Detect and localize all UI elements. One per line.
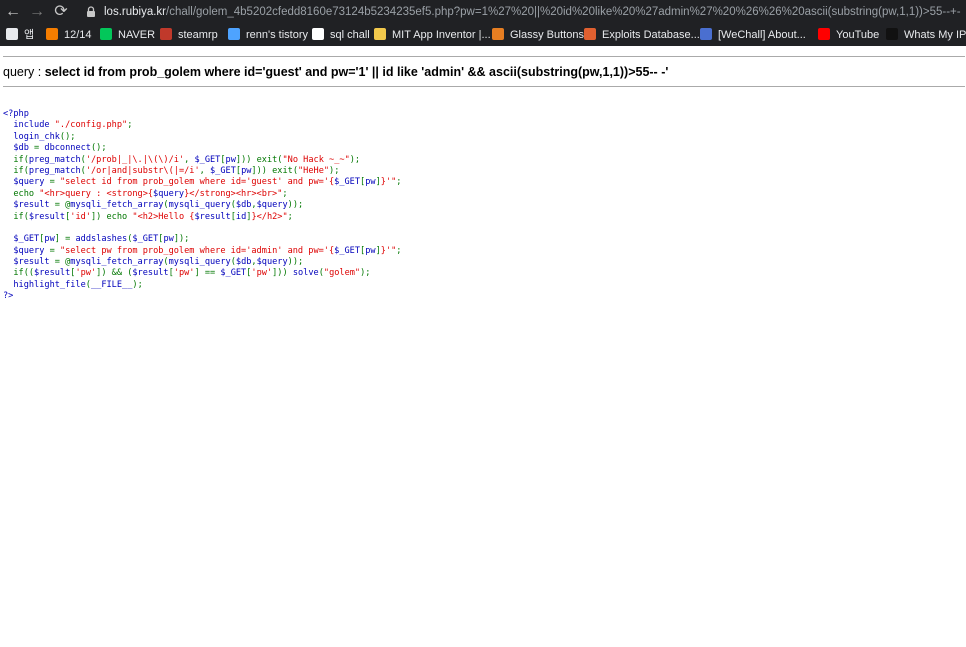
url-path: /chall/golem_4b5202cfedd8160e73124b52342… bbox=[166, 6, 961, 18]
bookmark-item[interactable]: 12/14 bbox=[46, 24, 92, 46]
mit-icon bbox=[374, 28, 386, 40]
address-bar[interactable]: los.rubiya.kr/chall/golem_4b5202cfedd816… bbox=[104, 0, 966, 24]
source-code: <?php include "./config.php"; login_chk(… bbox=[3, 109, 401, 303]
top-divider bbox=[3, 56, 965, 57]
url-host: los.rubiya.kr bbox=[104, 6, 166, 18]
code-line: if($result['id']) echo "<h2>Hello {$resu… bbox=[3, 211, 293, 222]
bookmark-item[interactable]: sql chall bbox=[312, 24, 370, 46]
bookmark-item[interactable]: YouTube bbox=[818, 24, 879, 46]
code-line: echo "<hr>query : <strong>{$query}</stro… bbox=[3, 188, 288, 199]
bookmark-item[interactable]: renn's tistory bbox=[228, 24, 308, 46]
code-line: $result = @mysqli_fetch_array(mysqli_que… bbox=[3, 257, 304, 268]
query-line: query : select id from prob_golem where … bbox=[3, 65, 668, 79]
bookmark-label: MIT App Inventor |... bbox=[392, 29, 491, 41]
back-icon[interactable]: ← bbox=[2, 1, 24, 23]
blogger-icon bbox=[46, 28, 58, 40]
bookmark-label: 앱 bbox=[24, 29, 35, 41]
bookmarks-bar: 앱 12/14 NAVER steamrp renn's tistory sql chal… bbox=[0, 24, 966, 46]
bookmark-item[interactable]: 앱 bbox=[6, 24, 34, 46]
bookmark-label: Whats My IP A bbox=[904, 29, 966, 41]
bookmark-item[interactable]: Exploits Database... bbox=[584, 24, 700, 46]
code-line: if(($result['pw']) && ($result['pw'] == … bbox=[3, 268, 371, 279]
code-line: highlight_file(__FILE__); bbox=[3, 279, 143, 290]
forward-icon[interactable]: → bbox=[26, 1, 48, 23]
code-line: $_GET[pw] = addslashes($_GET[pw]); bbox=[3, 234, 190, 245]
code-line: ?> bbox=[3, 291, 14, 302]
code-line: $db = dbconnect(); bbox=[3, 143, 107, 154]
bookmark-label: Glassy Buttons bbox=[510, 29, 584, 41]
code-line: login_chk(); bbox=[3, 131, 76, 142]
lock-icon[interactable] bbox=[84, 5, 98, 19]
bookmark-item[interactable]: NAVER bbox=[100, 24, 155, 46]
youtube-icon bbox=[818, 28, 830, 40]
steam-icon bbox=[160, 28, 172, 40]
z-icon bbox=[312, 28, 324, 40]
page-content: query : select id from prob_golem where … bbox=[0, 46, 966, 647]
bookmark-item[interactable]: [WeChall] About... bbox=[700, 24, 806, 46]
glassy-icon bbox=[492, 28, 504, 40]
bookmark-label: YouTube bbox=[836, 29, 880, 41]
bookmark-item[interactable]: MIT App Inventor |... bbox=[374, 24, 491, 46]
exploitdb-icon bbox=[584, 28, 596, 40]
code-line: $query = "select pw from prob_golem wher… bbox=[3, 245, 402, 256]
code-line: $query = "select id from prob_golem wher… bbox=[3, 177, 402, 188]
bookmark-label: Exploits Database... bbox=[602, 29, 700, 41]
code-line: $result = @mysqli_fetch_array(mysqli_que… bbox=[3, 200, 304, 211]
bookmark-item[interactable]: steamrp bbox=[160, 24, 218, 46]
query-prefix: query : bbox=[3, 65, 45, 79]
bookmark-label: NAVER bbox=[118, 29, 156, 41]
wechall-icon bbox=[700, 28, 712, 40]
whatsmyip-icon bbox=[886, 28, 898, 40]
tistory-icon bbox=[228, 28, 240, 40]
bookmark-item[interactable]: Glassy Buttons bbox=[492, 24, 584, 46]
apps-icon bbox=[6, 28, 18, 40]
bottom-divider bbox=[3, 86, 965, 87]
code-line: include "./config.php"; bbox=[3, 120, 133, 131]
bookmark-label: steamrp bbox=[178, 29, 218, 41]
code-line: if(preg_match('/prob|_|\.|\(\)/i', $_GET… bbox=[3, 154, 361, 165]
code-line: <?php bbox=[3, 109, 29, 119]
naver-icon bbox=[100, 28, 112, 40]
query-sql: select id from prob_golem where id='gues… bbox=[44, 65, 669, 79]
reload-icon[interactable]: ⟳ bbox=[50, 1, 72, 23]
browser-toolbar: ← → ⟳ los.rubiya.kr/chall/golem_4b5202cf… bbox=[0, 0, 966, 24]
bookmark-label: [WeChall] About... bbox=[718, 29, 806, 41]
bookmark-label: sql chall bbox=[330, 29, 370, 41]
bookmark-label: renn's tistory bbox=[246, 29, 309, 41]
bookmark-label: 12/14 bbox=[64, 29, 92, 41]
bookmark-item[interactable]: Whats My IP A bbox=[886, 24, 966, 46]
code-line: if(preg_match('/or|and|substr\(|=/i', $_… bbox=[3, 165, 340, 176]
